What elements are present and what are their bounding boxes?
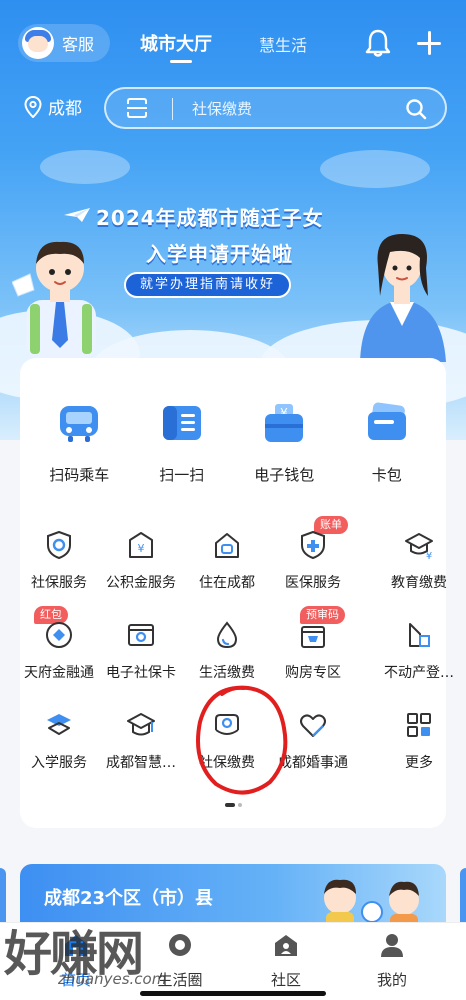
wallet-label: 电子钱包 xyxy=(254,466,315,484)
service-label: 购房专区 xyxy=(285,665,341,681)
service-label: 社保服务 xyxy=(31,575,87,591)
search-divider xyxy=(172,98,173,120)
service-tianfu-finance[interactable]: 红包 天府金融通 xyxy=(16,606,102,682)
finance-icon xyxy=(46,622,72,648)
service-label: 生活缴费 xyxy=(199,665,255,681)
service-property-registration[interactable]: 不动产登… xyxy=(376,620,462,682)
e-social-card-icon xyxy=(128,624,154,646)
banner-title-line1: 2024年成都市随迁子女 xyxy=(96,206,324,230)
house-icon xyxy=(215,533,239,558)
service-enrollment[interactable]: 入学服务 xyxy=(16,710,102,772)
nav-mine[interactable]: 我的 xyxy=(342,931,442,990)
search-icon[interactable] xyxy=(405,98,427,120)
service-house-purchase[interactable]: 预审码 购房专区 xyxy=(270,606,356,682)
card-pack-icon xyxy=(367,402,406,440)
tab-smart-life[interactable]: 慧生活 xyxy=(259,32,307,56)
service-label: 天府金融通 xyxy=(24,665,94,681)
bell-icon[interactable] xyxy=(364,28,392,58)
school-icon xyxy=(47,714,71,735)
service-label: 成都智慧… xyxy=(106,755,176,771)
customer-service-label: 客服 xyxy=(62,35,95,54)
card-pack-button[interactable]: 卡包 xyxy=(339,400,435,485)
service-living-payment[interactable]: 生活缴费 xyxy=(184,620,270,682)
active-tab-indicator xyxy=(170,60,192,63)
property-icon xyxy=(409,623,430,647)
scan-button[interactable]: 扫一扫 xyxy=(134,400,230,485)
service-more[interactable]: 更多 xyxy=(376,710,462,772)
woman-illustration-icon xyxy=(360,234,446,362)
red-circle-annotation xyxy=(196,685,288,795)
heart-icon xyxy=(300,714,326,737)
svg-text:¥: ¥ xyxy=(426,551,432,560)
service-social-security[interactable]: 社保服务 xyxy=(16,530,102,592)
service-medical-insurance[interactable]: 账单 医保服务 xyxy=(270,516,356,592)
nav-community-label: 社区 xyxy=(270,971,301,989)
paper-plane-icon xyxy=(64,208,90,222)
customer-service-avatar-icon xyxy=(22,27,54,59)
site-watermark: 好赚网 zhuanyes.com xyxy=(4,914,204,998)
service-label: 教育缴费 xyxy=(391,575,447,591)
card-pack-label: 卡包 xyxy=(371,466,402,484)
housing-fund-icon: ¥ xyxy=(129,532,153,558)
banner-subtitle: 就学办理指南请收好 xyxy=(124,272,292,298)
service-label: 公积金服务 xyxy=(106,575,176,591)
service-education-payment[interactable]: ¥ 教育缴费 xyxy=(376,530,462,592)
service-label: 电子社保卡 xyxy=(106,665,176,681)
svg-text:¥: ¥ xyxy=(138,542,145,555)
scan-icon[interactable] xyxy=(126,98,148,118)
grid-more-icon xyxy=(407,713,431,737)
page-indicator xyxy=(225,803,242,807)
scan-icon xyxy=(162,406,201,440)
service-housing-fund[interactable]: ¥ 公积金服务 xyxy=(98,530,184,592)
policy-banner-title: 成都23个区（市）县 xyxy=(44,888,214,909)
service-label: 住在成都 xyxy=(199,575,255,591)
search-bar[interactable]: 社保缴费 xyxy=(104,87,447,129)
service-live-in-chengdu[interactable]: 住在成都 xyxy=(184,530,270,592)
main-functions: 扫码乘车 扫一扫 ¥ 电子钱包 卡包 xyxy=(20,400,446,485)
nav-mine-label: 我的 xyxy=(376,971,407,989)
wallet-button[interactable]: ¥ 电子钱包 xyxy=(236,400,332,485)
graduation-cap-icon: ¥ xyxy=(405,533,433,560)
tab-city-hall[interactable]: 城市大厅 xyxy=(140,30,212,56)
community-icon xyxy=(275,935,297,956)
boy-illustration-icon xyxy=(12,241,96,360)
cart-icon xyxy=(301,626,325,648)
service-label: 更多 xyxy=(405,755,433,771)
top-header: 客服 城市大厅 慧生活 xyxy=(0,20,466,66)
social-security-shield-icon xyxy=(47,530,71,560)
location-city: 成都 xyxy=(48,99,82,119)
location-pin-icon xyxy=(24,95,42,118)
nav-community[interactable]: 社区 xyxy=(236,931,336,990)
scan-label: 扫一扫 xyxy=(159,466,205,484)
customer-service-button[interactable]: 客服 xyxy=(18,24,110,62)
banner-title-line2: 入学申请开始啦 xyxy=(146,242,293,266)
service-label: 不动产登… xyxy=(384,665,454,681)
smart-edu-cap-icon xyxy=(127,713,155,736)
user-icon xyxy=(381,934,403,957)
bus-qr-icon xyxy=(60,406,99,442)
location-selector[interactable]: 成都 xyxy=(24,94,82,119)
wallet-icon: ¥ xyxy=(265,404,304,442)
medical-insurance-icon xyxy=(301,530,325,560)
service-label: 入学服务 xyxy=(31,755,87,771)
bus-qr-button[interactable]: 扫码乘车 xyxy=(31,400,127,485)
watermark-sub-text: zhuanyes.com xyxy=(58,970,167,988)
plus-icon[interactable] xyxy=(416,30,442,56)
search-placeholder[interactable]: 社保缴费 xyxy=(192,98,252,119)
service-e-social-card[interactable]: 电子社保卡 xyxy=(98,620,184,682)
service-smart-education[interactable]: 成都智慧… xyxy=(98,710,184,772)
service-label: 医保服务 xyxy=(285,575,341,591)
water-drop-icon xyxy=(216,621,238,649)
bus-qr-label: 扫码乘车 xyxy=(49,466,110,484)
